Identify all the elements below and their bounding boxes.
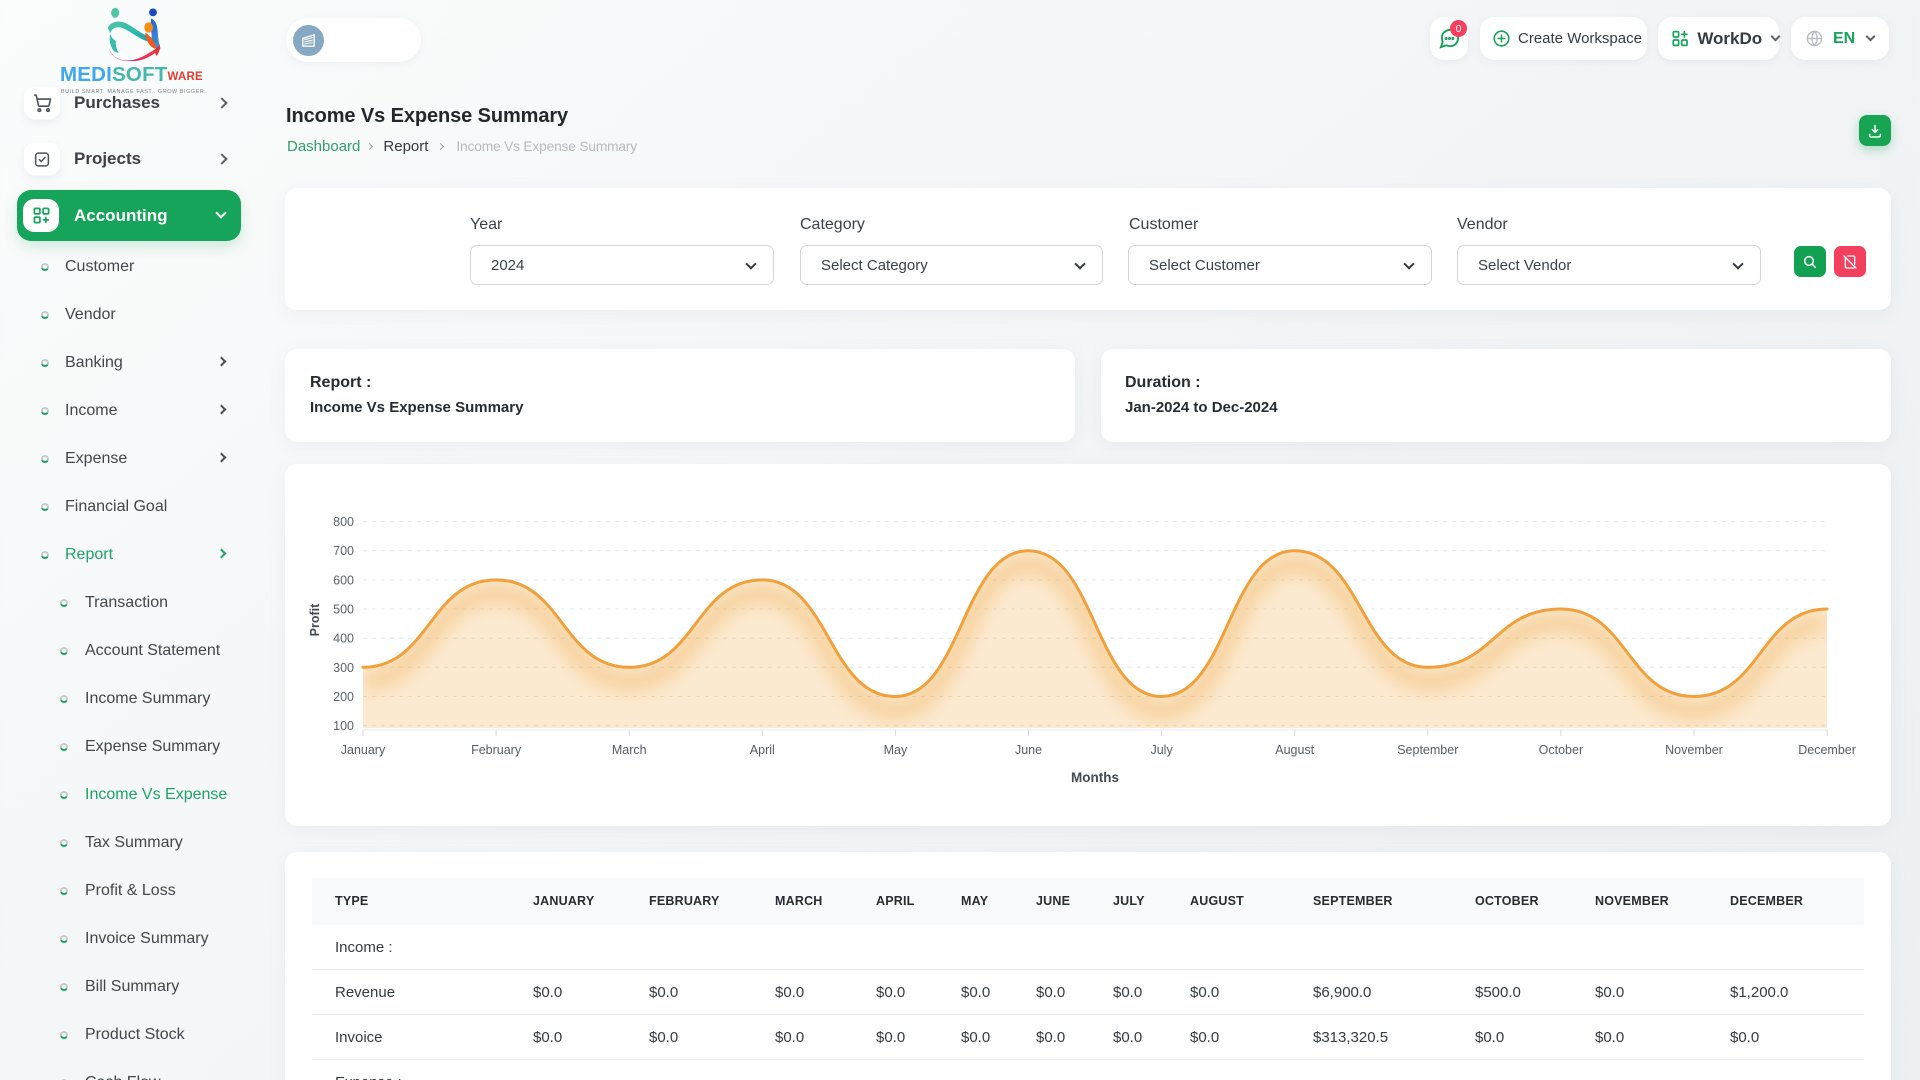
svg-text:700: 700	[333, 544, 354, 558]
svg-text:400: 400	[333, 632, 354, 646]
svg-text:100: 100	[333, 719, 354, 733]
svg-text:May: May	[884, 743, 908, 757]
svg-text:April: April	[750, 743, 775, 757]
svg-text:500: 500	[333, 603, 354, 617]
svg-text:December: December	[1798, 743, 1856, 757]
svg-text:Months: Months	[1071, 770, 1119, 785]
svg-text:January: January	[341, 743, 386, 757]
svg-text:February: February	[471, 743, 522, 757]
svg-text:Profit: Profit	[308, 603, 322, 636]
svg-text:August: August	[1275, 743, 1314, 757]
svg-text:200: 200	[333, 690, 354, 704]
svg-text:September: September	[1397, 743, 1458, 757]
svg-text:600: 600	[333, 573, 354, 587]
svg-text:July: July	[1150, 743, 1173, 757]
svg-text:June: June	[1015, 743, 1042, 757]
svg-text:October: October	[1539, 743, 1583, 757]
svg-text:800: 800	[333, 515, 354, 529]
svg-text:300: 300	[333, 661, 354, 675]
svg-text:March: March	[612, 743, 647, 757]
svg-text:November: November	[1665, 743, 1723, 757]
